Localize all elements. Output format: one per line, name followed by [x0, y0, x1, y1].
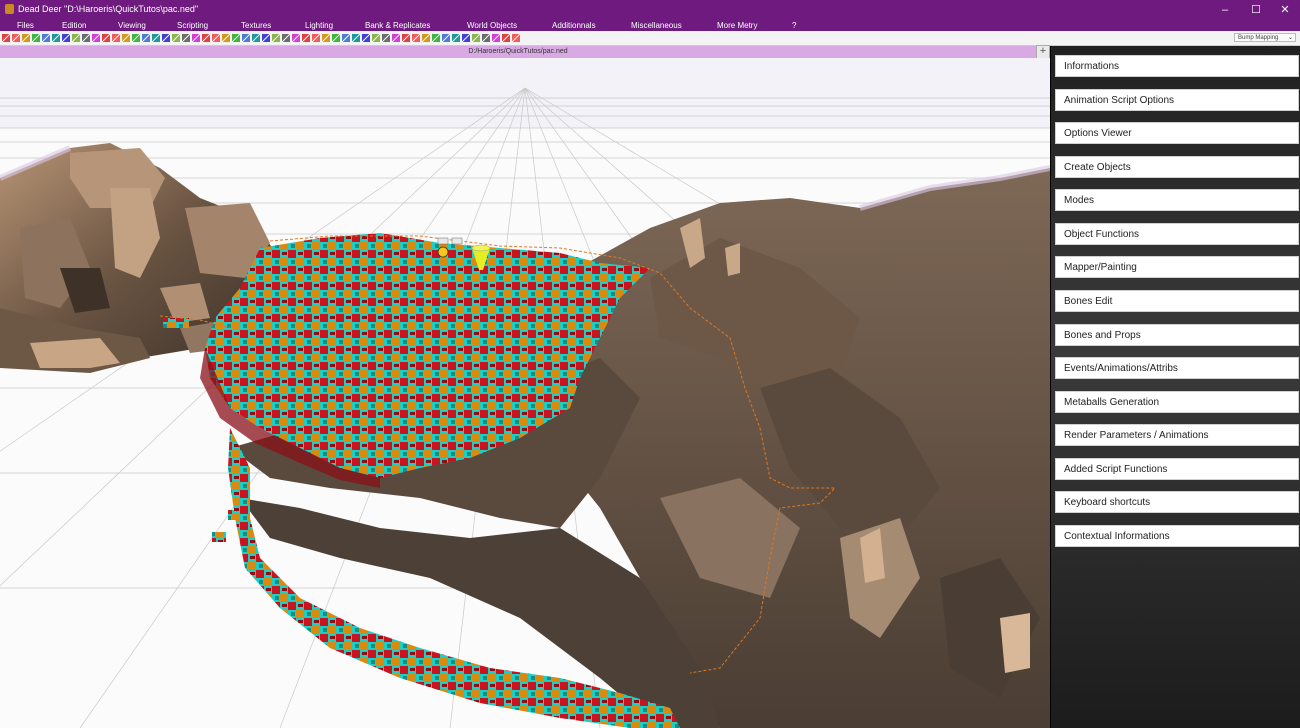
tool-icon[interactable]	[2, 34, 10, 42]
menu-additionnals[interactable]: Additionnals	[552, 21, 596, 30]
menu-more-metry[interactable]: More Metry	[717, 21, 757, 30]
tool-icon[interactable]	[472, 34, 480, 42]
tool-icon[interactable]	[222, 34, 230, 42]
window-title: Dead Deer "D:\Haroeris\QuickTutos\pac.ne…	[18, 4, 199, 14]
title-bar: Dead Deer "D:\Haroeris\QuickTutos\pac.ne…	[0, 0, 1300, 19]
tool-icon[interactable]	[462, 34, 470, 42]
app-logo-icon	[5, 4, 14, 14]
panel-bones-and-props[interactable]: Bones and Props	[1055, 324, 1299, 346]
tool-icon[interactable]	[82, 34, 90, 42]
tool-icon[interactable]	[402, 34, 410, 42]
menu-world-objects[interactable]: World Objects	[467, 21, 517, 30]
tool-icon[interactable]	[192, 34, 200, 42]
tool-icon[interactable]	[152, 34, 160, 42]
tool-icon[interactable]	[312, 34, 320, 42]
tool-icon[interactable]	[372, 34, 380, 42]
tool-icon[interactable]	[412, 34, 420, 42]
tool-icon[interactable]	[162, 34, 170, 42]
file-path-bar: D:/Haroeris/QuickTutos/pac.ned	[0, 46, 1036, 58]
tool-icon[interactable]	[452, 34, 460, 42]
tool-icon[interactable]	[12, 34, 20, 42]
tool-icon[interactable]	[172, 34, 180, 42]
tool-icon[interactable]	[242, 34, 250, 42]
function-panel: Informations Animation Script Options Op…	[1050, 46, 1300, 728]
tool-icon[interactable]	[92, 34, 100, 42]
tool-icon[interactable]	[342, 34, 350, 42]
minimize-button[interactable]: –	[1210, 0, 1240, 19]
tool-icon[interactable]	[72, 34, 80, 42]
panel-added-script-functions[interactable]: Added Script Functions	[1055, 458, 1299, 480]
menu-miscellaneous[interactable]: Miscellaneous	[631, 21, 682, 30]
menu-help[interactable]: ?	[792, 21, 796, 30]
add-button[interactable]: +	[1036, 45, 1050, 59]
tool-icon[interactable]	[42, 34, 50, 42]
tool-icon[interactable]	[52, 34, 60, 42]
tool-icon[interactable]	[502, 34, 510, 42]
panel-informations[interactable]: Informations	[1055, 55, 1299, 77]
menu-bar: Files Edition Viewing Scripting Textures…	[0, 19, 1300, 31]
tool-icon[interactable]	[142, 34, 150, 42]
panel-modes[interactable]: Modes	[1055, 189, 1299, 211]
toolbar-icons	[2, 34, 520, 43]
tool-icon[interactable]	[512, 34, 520, 42]
tool-icon[interactable]	[272, 34, 280, 42]
tool-icon[interactable]	[432, 34, 440, 42]
tool-icon[interactable]	[422, 34, 430, 42]
tool-icon[interactable]	[302, 34, 310, 42]
panel-animation-script-options[interactable]: Animation Script Options	[1055, 89, 1299, 111]
tool-icon[interactable]	[382, 34, 390, 42]
tool-icon[interactable]	[322, 34, 330, 42]
tool-icon[interactable]	[262, 34, 270, 42]
chevron-down-icon: ⌄	[1287, 35, 1293, 41]
tool-icon[interactable]	[482, 34, 490, 42]
tool-icon[interactable]	[22, 34, 30, 42]
panel-keyboard-shortcuts[interactable]: Keyboard shortcuts	[1055, 491, 1299, 513]
close-button[interactable]: ✕	[1270, 0, 1300, 19]
tool-icon[interactable]	[392, 34, 400, 42]
tool-icon[interactable]	[182, 34, 190, 42]
tool-icon[interactable]	[132, 34, 140, 42]
panel-bones-edit[interactable]: Bones Edit	[1055, 290, 1299, 312]
tool-icon[interactable]	[112, 34, 120, 42]
panel-events-animations-attribs[interactable]: Events/Animations/Attribs	[1055, 357, 1299, 379]
tool-icon[interactable]	[282, 34, 290, 42]
tool-icon[interactable]	[362, 34, 370, 42]
tool-icon[interactable]	[442, 34, 450, 42]
tool-icon[interactable]	[232, 34, 240, 42]
menu-textures[interactable]: Textures	[241, 21, 271, 30]
tool-icon[interactable]	[292, 34, 300, 42]
menu-viewing[interactable]: Viewing	[118, 21, 146, 30]
render-mode-value: Bump Mapping	[1238, 35, 1279, 41]
menu-bank-replicates[interactable]: Bank & Replicates	[365, 21, 430, 30]
tool-icon[interactable]	[352, 34, 360, 42]
3d-viewport[interactable]	[0, 58, 1050, 728]
panel-contextual-informations[interactable]: Contextual Informations	[1055, 525, 1299, 547]
maximize-button[interactable]: ☐	[1241, 0, 1271, 19]
tool-icon[interactable]	[492, 34, 500, 42]
panel-mapper-painting[interactable]: Mapper/Painting	[1055, 256, 1299, 278]
menu-scripting[interactable]: Scripting	[177, 21, 208, 30]
scene-render	[0, 58, 1050, 728]
panel-create-objects[interactable]: Create Objects	[1055, 156, 1299, 178]
tool-icon[interactable]	[122, 34, 130, 42]
tool-icon[interactable]	[252, 34, 260, 42]
tool-icon[interactable]	[102, 34, 110, 42]
panel-object-functions[interactable]: Object Functions	[1055, 223, 1299, 245]
menu-lighting[interactable]: Lighting	[305, 21, 333, 30]
panel-options-viewer[interactable]: Options Viewer	[1055, 122, 1299, 144]
panel-metaballs-generation[interactable]: Metaballs Generation	[1055, 391, 1299, 413]
tool-icon[interactable]	[202, 34, 210, 42]
panel-render-parameters-animations[interactable]: Render Parameters / Animations	[1055, 424, 1299, 446]
tool-icon[interactable]	[62, 34, 70, 42]
tool-icon[interactable]	[332, 34, 340, 42]
tool-icon[interactable]	[32, 34, 40, 42]
menu-files[interactable]: Files	[17, 21, 34, 30]
menu-edition[interactable]: Edition	[62, 21, 86, 30]
toolbar	[0, 31, 1300, 46]
tool-icon[interactable]	[212, 34, 220, 42]
render-mode-select[interactable]: Bump Mapping ⌄	[1234, 33, 1296, 42]
